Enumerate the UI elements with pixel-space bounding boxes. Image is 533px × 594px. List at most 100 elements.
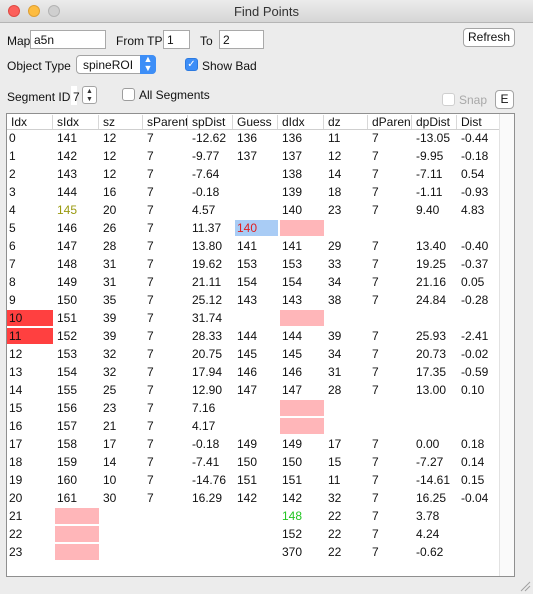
cell-spdist[interactable]: -7.64: [190, 166, 233, 182]
cell-sidx[interactable]: 142: [55, 148, 99, 164]
cell-didx[interactable]: 138: [280, 166, 324, 182]
cell-spdist[interactable]: 7.16: [190, 400, 233, 416]
cell-idx[interactable]: 19: [7, 472, 53, 488]
cell-dparent[interactable]: [370, 400, 412, 416]
cell-spdist[interactable]: 17.94: [190, 364, 233, 380]
cell-dpdist[interactable]: 25.93: [414, 328, 457, 344]
cell-dpdist[interactable]: -1.11: [414, 184, 457, 200]
vertical-scrollbar[interactable]: [499, 114, 514, 576]
cell-dparent[interactable]: 7: [370, 436, 412, 452]
to-input[interactable]: [219, 30, 264, 49]
cell-sparent[interactable]: 7: [145, 202, 188, 218]
cell-guess[interactable]: 141: [235, 238, 278, 254]
cell-didx[interactable]: 147: [280, 382, 324, 398]
cell-dpdist[interactable]: 13.40: [414, 238, 457, 254]
cell-guess[interactable]: 143: [235, 292, 278, 308]
cell-sidx[interactable]: 154: [55, 364, 99, 380]
cell-sz[interactable]: 32: [101, 346, 143, 362]
cell-dist[interactable]: 0.14: [459, 454, 501, 470]
table-row[interactable]: 23 370 22 7 -0.62: [7, 544, 501, 562]
cell-dparent[interactable]: 7: [370, 472, 412, 488]
table-row[interactable]: 6 147 28 7 13.80 141 141 29 7 13.40 -0.40: [7, 238, 501, 256]
cell-didx[interactable]: 141: [280, 238, 324, 254]
cell-idx[interactable]: 16: [7, 418, 53, 434]
cell-dz[interactable]: 12: [326, 148, 368, 164]
cell-guess[interactable]: 142: [235, 490, 278, 506]
cell-guess[interactable]: [235, 418, 278, 434]
cell-sidx[interactable]: 150: [55, 292, 99, 308]
cell-sz[interactable]: 31: [101, 256, 143, 272]
cell-didx[interactable]: [280, 418, 324, 434]
show-bad-checkbox[interactable]: ✓: [185, 58, 198, 71]
table-row[interactable]: 11 152 39 7 28.33 144 144 39 7 25.93 -2.41: [7, 328, 501, 346]
cell-dpdist[interactable]: 4.24: [414, 526, 457, 542]
table-row[interactable]: 12 153 32 7 20.75 145 145 34 7 20.73 -0.02: [7, 346, 501, 364]
cell-dparent[interactable]: 7: [370, 544, 412, 560]
cell-spdist[interactable]: 31.74: [190, 310, 233, 326]
cell-dparent[interactable]: 7: [370, 274, 412, 290]
cell-sparent[interactable]: 7: [145, 382, 188, 398]
cell-dpdist[interactable]: -7.27: [414, 454, 457, 470]
e-button[interactable]: E: [495, 90, 514, 109]
cell-sparent[interactable]: 7: [145, 346, 188, 362]
cell-sz[interactable]: 17: [101, 436, 143, 452]
cell-dparent[interactable]: 7: [370, 328, 412, 344]
cell-dist[interactable]: -0.93: [459, 184, 501, 200]
cell-dz[interactable]: 29: [326, 238, 368, 254]
column-header-spdist[interactable]: spDist: [190, 115, 233, 129]
cell-dparent[interactable]: 7: [370, 382, 412, 398]
cell-idx[interactable]: 14: [7, 382, 53, 398]
cell-idx[interactable]: 6: [7, 238, 53, 254]
cell-guess[interactable]: [235, 202, 278, 218]
cell-sz[interactable]: 26: [101, 220, 143, 236]
cell-idx[interactable]: 3: [7, 184, 53, 200]
cell-sidx[interactable]: 143: [55, 166, 99, 182]
cell-sparent[interactable]: 7: [145, 238, 188, 254]
cell-sparent[interactable]: [145, 526, 188, 542]
cell-dist[interactable]: -0.40: [459, 238, 501, 254]
cell-dparent[interactable]: 7: [370, 130, 412, 146]
cell-dparent[interactable]: 7: [370, 184, 412, 200]
cell-dz[interactable]: 31: [326, 364, 368, 380]
cell-didx[interactable]: 148: [280, 508, 324, 524]
cell-guess[interactable]: 151: [235, 472, 278, 488]
cell-sparent[interactable]: 7: [145, 310, 188, 326]
cell-dz[interactable]: 22: [326, 544, 368, 560]
cell-dpdist[interactable]: [414, 220, 457, 236]
cell-idx[interactable]: 9: [7, 292, 53, 308]
cell-dparent[interactable]: 7: [370, 256, 412, 272]
cell-sparent[interactable]: 7: [145, 418, 188, 434]
cell-spdist[interactable]: -14.76: [190, 472, 233, 488]
cell-dpdist[interactable]: -14.61: [414, 472, 457, 488]
cell-guess[interactable]: 136: [235, 130, 278, 146]
resize-grip-icon[interactable]: [519, 580, 531, 592]
cell-spdist[interactable]: [190, 544, 233, 560]
cell-spdist[interactable]: -12.62: [190, 130, 233, 146]
cell-guess[interactable]: 150: [235, 454, 278, 470]
cell-idx[interactable]: 22: [7, 526, 53, 542]
cell-dist[interactable]: [459, 526, 501, 542]
table-row[interactable]: 20 161 30 7 16.29 142 142 32 7 16.25 -0.04: [7, 490, 501, 508]
column-header-dparent[interactable]: dParent: [370, 115, 412, 129]
cell-guess[interactable]: 149: [235, 436, 278, 452]
column-header-guess[interactable]: Guess: [235, 115, 278, 129]
column-header-dist[interactable]: Dist: [459, 115, 501, 129]
cell-dz[interactable]: 14: [326, 166, 368, 182]
cell-sidx[interactable]: 155: [55, 382, 99, 398]
cell-dz[interactable]: 18: [326, 184, 368, 200]
cell-dpdist[interactable]: 16.25: [414, 490, 457, 506]
cell-sparent[interactable]: 7: [145, 148, 188, 164]
cell-didx[interactable]: 142: [280, 490, 324, 506]
cell-didx[interactable]: 370: [280, 544, 324, 560]
segment-id-stepper[interactable]: ▲ ▼: [82, 86, 97, 104]
table-row[interactable]: 0 141 12 7 -12.62 136 136 11 7 -13.05 -0.44: [7, 130, 501, 148]
cell-sidx[interactable]: 149: [55, 274, 99, 290]
cell-dist[interactable]: -0.28: [459, 292, 501, 308]
cell-spdist[interactable]: 4.57: [190, 202, 233, 218]
segment-id-value[interactable]: 7: [73, 90, 80, 104]
cell-idx[interactable]: 18: [7, 454, 53, 470]
table-row[interactable]: 2 143 12 7 -7.64 138 14 7 -7.11 0.54: [7, 166, 501, 184]
cell-sz[interactable]: 16: [101, 184, 143, 200]
cell-dpdist[interactable]: -13.05: [414, 130, 457, 146]
stepper-down-icon[interactable]: ▼: [83, 96, 96, 104]
